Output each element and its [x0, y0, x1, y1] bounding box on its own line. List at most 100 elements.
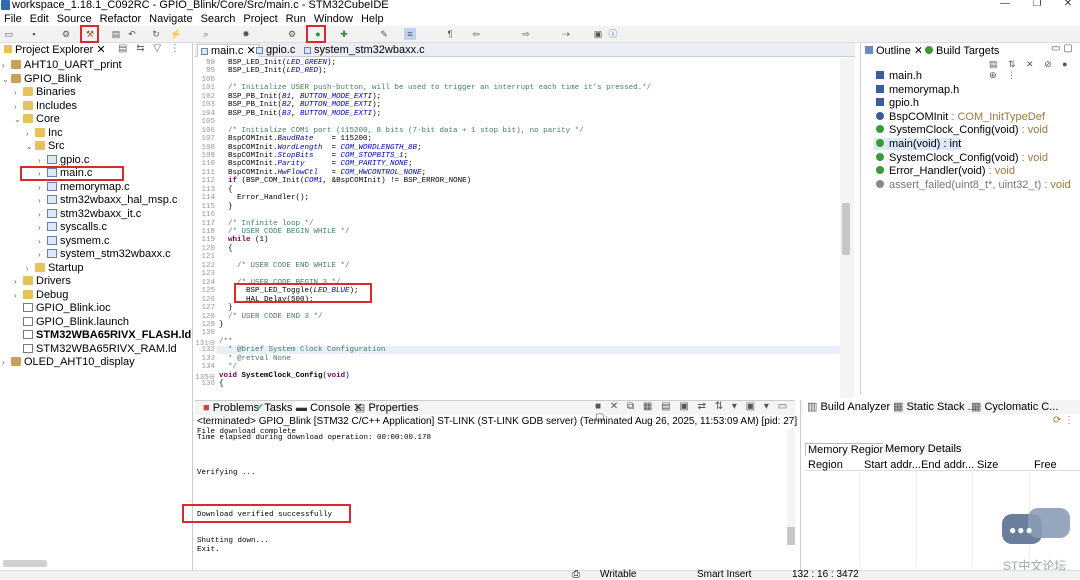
- tree-item[interactable]: › sysmem.c: [38, 235, 110, 249]
- menu-search[interactable]: Search: [197, 12, 240, 26]
- outline-item[interactable]: assert_failed(uint8_t*, uint32_t) : void: [876, 179, 1071, 191]
- tree-item[interactable]: › Inc: [26, 127, 63, 141]
- refresh-icon[interactable]: ⟳ ⋮: [1053, 415, 1074, 426]
- expand-icon[interactable]: ›: [38, 194, 47, 208]
- tree-item[interactable]: › syscalls.c: [38, 221, 107, 235]
- next-annotation-icon[interactable]: ✎: [378, 28, 390, 40]
- code-line[interactable]: }: [219, 321, 224, 329]
- tree-item[interactable]: ⌄ GPIO_Blink: [2, 73, 81, 87]
- code-line[interactable]: */: [219, 363, 237, 371]
- close-button[interactable]: ✕: [1058, 0, 1078, 9]
- toggle-mark-icon[interactable]: ≡: [404, 28, 416, 40]
- outline-item[interactable]: gpio.h: [876, 97, 919, 109]
- code-line[interactable]: BSP_LED_Init(LED_GREEN);: [219, 59, 336, 67]
- tree-item[interactable]: ⌄ Core: [14, 113, 60, 127]
- settings-icon[interactable]: ⚙: [286, 28, 298, 40]
- tree-item[interactable]: › gpio.c: [38, 154, 89, 168]
- code-line[interactable]: /* Initialize USER push-button, will be …: [219, 84, 651, 92]
- tree-item[interactable]: › stm32wbaxx_it.c: [38, 208, 141, 222]
- code-line[interactable]: if (BSP_COM_Init(COM1, &BspCOMInit) != B…: [219, 177, 471, 185]
- menu-project[interactable]: Project: [239, 12, 281, 26]
- menu-help[interactable]: Help: [357, 12, 388, 26]
- expand-icon[interactable]: ⌄: [14, 113, 23, 127]
- code-line[interactable]: BspCOMInit.WordLength = COM_WORDLENGTH_8…: [219, 144, 422, 152]
- code-line[interactable]: BSP_PB_Init(B3, BUTTON_MODE_EXTI);: [219, 110, 381, 118]
- tab-build-analyzer[interactable]: ▥ Build Analyzer: [803, 400, 895, 414]
- explorer-toolbar-icon[interactable]: ▤ ⇆ ▽ ⋮: [118, 43, 183, 54]
- code-line[interactable]: BSP_LED_Init(LED_RED);: [219, 67, 327, 75]
- tree-item[interactable]: STM32WBA65RIVX_RAM.ld: [14, 343, 177, 357]
- expand-icon[interactable]: ›: [26, 262, 35, 276]
- tab-gpio-c[interactable]: gpio.c: [253, 44, 298, 57]
- expand-icon[interactable]: ›: [38, 181, 47, 195]
- tree-item[interactable]: STM32WBA65RIVX_FLASH.ld: [14, 329, 191, 343]
- tree-item[interactable]: GPIO_Blink.ioc: [14, 302, 111, 316]
- col-free[interactable]: Free: [1034, 459, 1057, 471]
- search-icon[interactable]: ⌕: [200, 28, 212, 40]
- tree-item[interactable]: ⌄ Src: [26, 140, 65, 154]
- menu-source[interactable]: Source: [53, 12, 96, 26]
- col-start-address[interactable]: Start addr...: [864, 459, 921, 471]
- tab-memory-details[interactable]: Memory Details: [883, 443, 964, 455]
- tree-item[interactable]: › system_stm32wbaxx.c: [38, 248, 171, 262]
- code-line[interactable]: }: [219, 304, 233, 312]
- code-line[interactable]: /* USER CODE END 3 */: [219, 313, 323, 321]
- expand-icon[interactable]: ⌄: [2, 73, 11, 87]
- menu-refactor[interactable]: Refactor: [96, 12, 146, 26]
- back-icon[interactable]: ⇦: [470, 28, 482, 40]
- expand-icon[interactable]: ›: [14, 100, 23, 114]
- code-line[interactable]: void SystemClock_Config(void): [219, 372, 350, 380]
- expand-icon[interactable]: ›: [26, 127, 35, 141]
- code-line[interactable]: BspCOMInit.StopBits = COM_STOPBITS_1;: [219, 152, 408, 160]
- code-line[interactable]: Error_Handler();: [219, 194, 309, 202]
- outline-item[interactable]: main.h: [876, 70, 922, 82]
- tree-item[interactable]: › OLED_AHT10_display: [2, 356, 135, 370]
- save-icon[interactable]: ▪: [28, 28, 40, 40]
- code-line[interactable]: BSP_PB_Init(B2, BUTTON_MODE_EXTI);: [219, 101, 381, 109]
- console-output[interactable]: File download complete Time elapsed durin…: [195, 401, 785, 561]
- code-line[interactable]: /* USER CODE BEGIN WHILE */: [219, 228, 350, 236]
- tab-outline[interactable]: Outline ✕: [861, 44, 928, 58]
- outline-item[interactable]: SystemClock_Config(void) : void: [876, 124, 1048, 136]
- console-scrollbar-thumb[interactable]: [787, 527, 795, 545]
- editor-vertical-scrollbar[interactable]: [840, 58, 854, 398]
- code-line[interactable]: * @brief System Clock Configuration: [219, 346, 386, 354]
- code-line[interactable]: /* Initialize COM1 port (115200, 8 bits …: [219, 127, 584, 135]
- expand-icon[interactable]: ⌄: [26, 140, 35, 154]
- minimize-maximize-icon[interactable]: ▭ ▢: [1051, 43, 1073, 54]
- menu-edit[interactable]: Edit: [26, 12, 53, 26]
- show-whitespace-icon[interactable]: ¶: [444, 28, 456, 40]
- outline-item[interactable]: Error_Handler(void) : void: [876, 165, 1015, 177]
- code-line[interactable]: while (1): [219, 236, 269, 244]
- external-tools-icon[interactable]: ⚡: [170, 28, 182, 40]
- tree-item[interactable]: › stm32wbaxx_hal_msp.c: [38, 194, 177, 208]
- expand-icon[interactable]: ›: [38, 208, 47, 222]
- info-icon[interactable]: ⓘ: [607, 28, 619, 40]
- forward-icon[interactable]: ⇨: [520, 28, 532, 40]
- coverage-icon[interactable]: ✚: [338, 28, 350, 40]
- code-line[interactable]: BspCOMInit.Parity = COM_PARITY_NONE;: [219, 160, 413, 168]
- code-line[interactable]: }: [219, 203, 233, 211]
- menu-run[interactable]: Run: [282, 12, 310, 26]
- code-line[interactable]: BspCOMInit.BaudRate = 115200;: [219, 135, 372, 143]
- col-region[interactable]: Region: [808, 459, 843, 471]
- code-editor[interactable]: 98 BSP_LED_Init(LED_GREEN); 99 BSP_LED_In…: [195, 57, 840, 395]
- menu-window[interactable]: Window: [310, 12, 357, 26]
- debug-icon[interactable]: ✸: [240, 28, 252, 40]
- print-icon[interactable]: ▤: [110, 28, 122, 40]
- expand-icon[interactable]: ›: [38, 221, 47, 235]
- code-line[interactable]: {: [219, 186, 233, 194]
- maximize-button[interactable]: ❐: [1027, 0, 1047, 9]
- expand-icon[interactable]: ›: [38, 154, 47, 168]
- menu-navigate[interactable]: Navigate: [145, 12, 196, 26]
- tree-item[interactable]: › Debug: [14, 289, 68, 303]
- expand-icon[interactable]: ›: [38, 235, 47, 249]
- horizontal-scrollbar[interactable]: [3, 560, 47, 567]
- tree-item[interactable]: › AHT10_UART_print: [2, 59, 122, 73]
- expand-icon[interactable]: ›: [38, 248, 47, 262]
- code-line[interactable]: /**: [219, 338, 233, 346]
- scrollbar-thumb[interactable]: [842, 203, 850, 255]
- code-line[interactable]: {: [219, 245, 233, 253]
- expand-icon[interactable]: ›: [2, 356, 11, 370]
- col-end-address[interactable]: End addr...: [921, 459, 974, 471]
